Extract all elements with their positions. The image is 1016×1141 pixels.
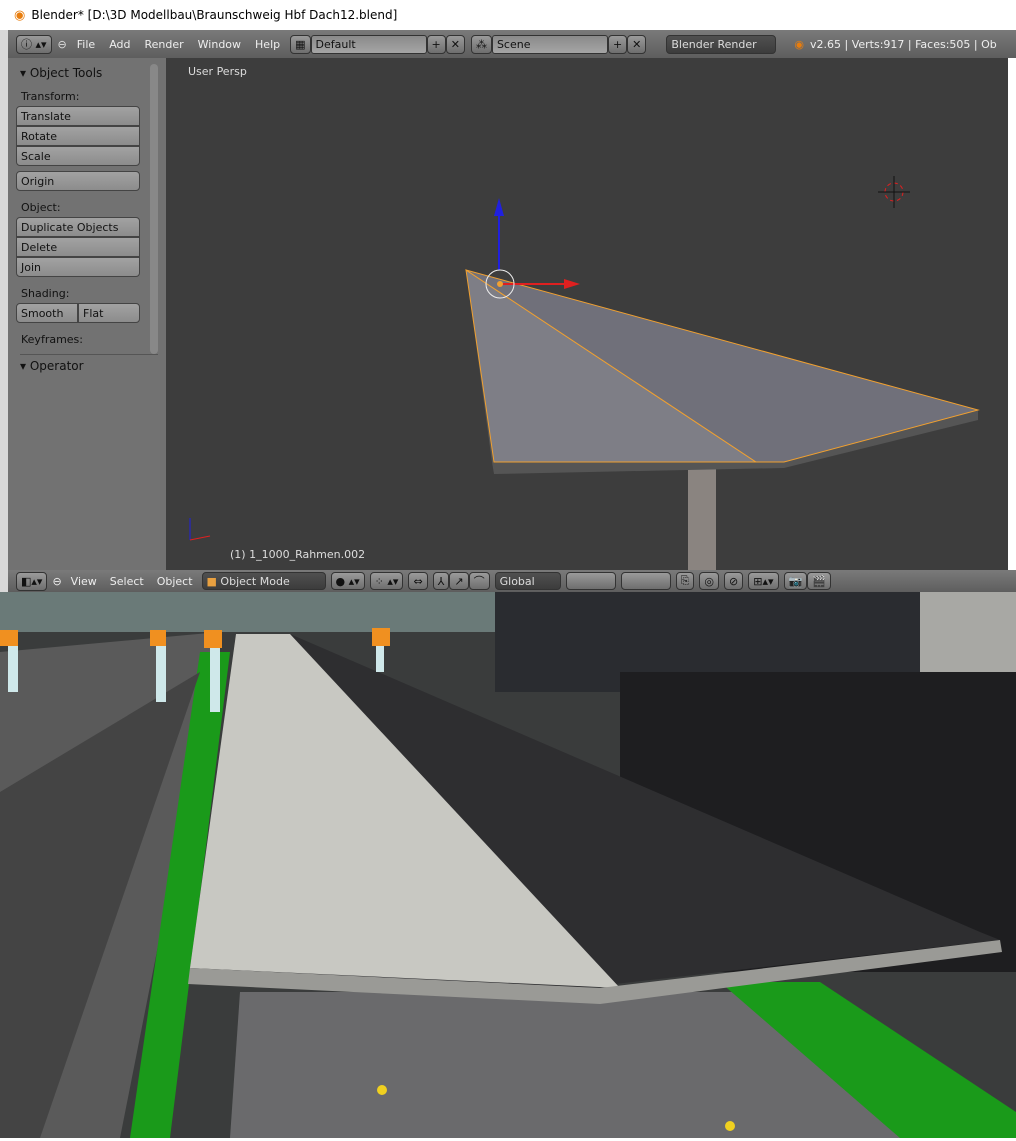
z-arrow-icon[interactable] bbox=[494, 198, 504, 216]
shading-select[interactable]: ● ▴▾ bbox=[330, 572, 365, 590]
duplicate-objects-button[interactable]: Duplicate Objects bbox=[16, 217, 140, 237]
blender-logo-icon: ◉ bbox=[14, 7, 26, 23]
panel-title: Operator bbox=[29, 359, 84, 373]
menu-window[interactable]: Window bbox=[194, 38, 245, 51]
editor-type-button[interactable]: ⓘ ▴▾ bbox=[16, 34, 52, 54]
render-image-icon[interactable]: 📷 bbox=[783, 572, 808, 590]
viewport-scene bbox=[189, 176, 980, 570]
collapse-icon[interactable]: ⊖ bbox=[58, 38, 67, 51]
mode-label: Object Mode bbox=[220, 574, 290, 588]
scale-button[interactable]: Scale bbox=[16, 146, 140, 166]
menu-file[interactable]: File bbox=[73, 38, 99, 51]
remove-layout-icon[interactable]: ✕ bbox=[445, 34, 465, 54]
shelf-scrollbar[interactable] bbox=[150, 64, 158, 354]
smooth-button[interactable]: Smooth bbox=[16, 303, 78, 323]
lock-layers-icon[interactable]: ⎘ bbox=[675, 572, 695, 590]
collapse-icon[interactable]: ⊖ bbox=[52, 575, 61, 588]
orientation-select[interactable]: Global bbox=[494, 572, 561, 590]
left-edge bbox=[0, 30, 8, 592]
rotate-manipulator-icon[interactable]: ↗ bbox=[449, 572, 469, 590]
tool-shelf: ▾ Object Tools Transform: Translate Rota… bbox=[8, 58, 166, 570]
panel-object-tools[interactable]: ▾ Object Tools bbox=[20, 66, 158, 80]
menu-add[interactable]: Add bbox=[105, 38, 134, 51]
scene-field[interactable]: Scene bbox=[491, 34, 608, 54]
layout-icon[interactable]: ▦ bbox=[290, 34, 311, 54]
layers-2[interactable] bbox=[620, 572, 671, 590]
proportional-edit-icon[interactable]: ◎ bbox=[699, 572, 720, 590]
window-title: Blender* [D:\3D Modellbau\Braunschweig H… bbox=[31, 8, 398, 22]
snap-element-select[interactable]: ⊞▴▾ bbox=[748, 572, 779, 590]
axis-x-icon bbox=[189, 535, 211, 541]
pivot-select[interactable]: ⁘ ▴▾ bbox=[369, 572, 404, 590]
rendered-scene-image bbox=[0, 592, 1016, 1138]
info-header: ⓘ ▴▾ ⊖ File Add Render Window Help ▦ Def… bbox=[8, 30, 1016, 58]
window-title-bar: ◉ Blender* [D:\3D Modellbau\Braunschweig… bbox=[0, 0, 1016, 30]
origin-button[interactable]: Origin bbox=[16, 171, 140, 191]
translate-manipulator-icon[interactable]: ⅄ bbox=[432, 572, 450, 590]
rotate-button[interactable]: Rotate bbox=[16, 126, 140, 146]
station-render bbox=[0, 592, 1016, 1138]
cube-icon: ■ bbox=[206, 574, 221, 588]
menu-help[interactable]: Help bbox=[251, 38, 284, 51]
layers-1[interactable] bbox=[565, 572, 616, 590]
blender-icon: ◉ bbox=[794, 37, 804, 51]
object-label: Object: bbox=[21, 201, 61, 214]
pillar bbox=[688, 468, 716, 570]
panel-operator[interactable]: ▾ Operator bbox=[20, 354, 158, 373]
transform-label: Transform: bbox=[21, 90, 80, 103]
scene-stats: v2.65 | Verts:917 | Faces:505 | Ob bbox=[810, 37, 997, 51]
layout-field[interactable]: Default bbox=[310, 34, 427, 54]
flat-button[interactable]: Flat bbox=[78, 303, 140, 323]
menu-select[interactable]: Select bbox=[106, 575, 148, 588]
shading-label: Shading: bbox=[21, 287, 70, 300]
panel-title: Object Tools bbox=[29, 66, 103, 80]
viewport-header: ◧▴▾ ⊖ View Select Object ■ Object Mode ●… bbox=[8, 570, 1016, 592]
x-arrow-icon[interactable] bbox=[564, 279, 580, 289]
object-origin bbox=[497, 281, 503, 287]
menu-view[interactable]: View bbox=[67, 575, 101, 588]
render-animation-icon[interactable]: 🎬 bbox=[807, 572, 831, 590]
translate-button[interactable]: Translate bbox=[16, 106, 140, 126]
mode-select[interactable]: ■ Object Mode bbox=[201, 572, 326, 590]
editor-type-button[interactable]: ◧▴▾ bbox=[16, 571, 48, 591]
join-button[interactable]: Join bbox=[16, 257, 140, 277]
3d-viewport[interactable]: User Persp (1) 1_1000_Rahmen.002 bbox=[166, 58, 1008, 570]
manipulator-toggle[interactable]: ⇔ bbox=[408, 572, 428, 590]
remove-scene-icon[interactable]: ✕ bbox=[627, 34, 647, 54]
add-layout-icon[interactable]: + bbox=[426, 34, 446, 54]
add-scene-icon[interactable]: + bbox=[607, 34, 628, 54]
keyframes-label: Keyframes: bbox=[21, 333, 83, 346]
menu-object[interactable]: Object bbox=[153, 575, 197, 588]
render-engine-select[interactable]: Blender Render bbox=[666, 34, 777, 54]
delete-button[interactable]: Delete bbox=[16, 237, 140, 257]
snap-icon[interactable]: ⊘ bbox=[724, 572, 744, 590]
scene-icon[interactable]: ⁂ bbox=[470, 34, 492, 54]
active-object-name: (1) 1_1000_Rahmen.002 bbox=[230, 548, 366, 561]
menu-render[interactable]: Render bbox=[140, 38, 187, 51]
scale-manipulator-icon[interactable]: ⌒ bbox=[468, 572, 490, 590]
